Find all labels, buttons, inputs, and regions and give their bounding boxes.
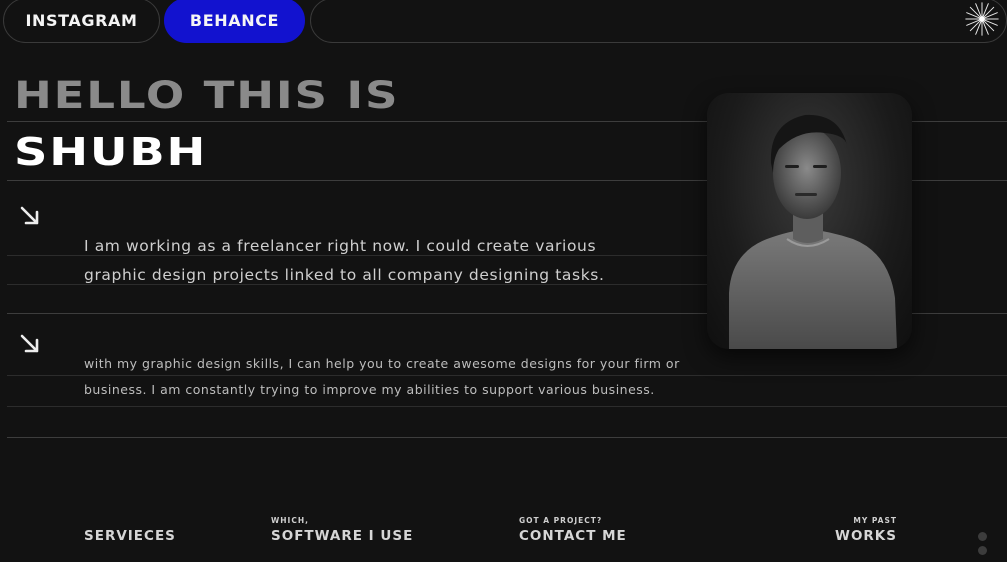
page-dot[interactable] <box>978 546 987 555</box>
name-heading: SHUBH <box>14 130 208 174</box>
behance-link[interactable]: BEHANCE <box>164 0 305 43</box>
contact-link[interactable]: GOT A PROJECT? CONTACT ME <box>519 516 627 544</box>
page-dot[interactable] <box>978 532 987 541</box>
profile-photo <box>707 93 912 349</box>
services-label: SERVIECES <box>84 528 176 544</box>
software-label: SOFTWARE I USE <box>271 528 414 544</box>
contact-label: CONTACT ME <box>519 528 627 544</box>
divider <box>7 406 1007 407</box>
top-nav-bar <box>310 0 1007 43</box>
works-label: WORKS <box>835 528 897 544</box>
sparkle-icon <box>965 2 999 36</box>
arrow-down-right-icon <box>20 206 39 225</box>
person-silhouette <box>729 114 897 349</box>
divider <box>7 437 1007 438</box>
greeting-heading: HELLO THIS IS <box>14 74 400 117</box>
arrow-down-right-icon <box>20 334 39 353</box>
works-kicker: MY PAST <box>853 516 897 525</box>
services-link[interactable]: SERVIECES <box>84 528 176 544</box>
works-link[interactable]: MY PAST WORKS <box>835 516 897 544</box>
instagram-link[interactable]: INSTAGRAM <box>3 0 160 43</box>
software-link[interactable]: WHICH, SOFTWARE I USE <box>271 516 413 544</box>
skills-paragraph: with my graphic design skills, I can hel… <box>84 356 680 397</box>
contact-kicker: GOT A PROJECT? <box>519 516 603 525</box>
intro-paragraph: I am working as a freelancer right now. … <box>84 237 605 284</box>
software-kicker: WHICH, <box>271 516 309 525</box>
